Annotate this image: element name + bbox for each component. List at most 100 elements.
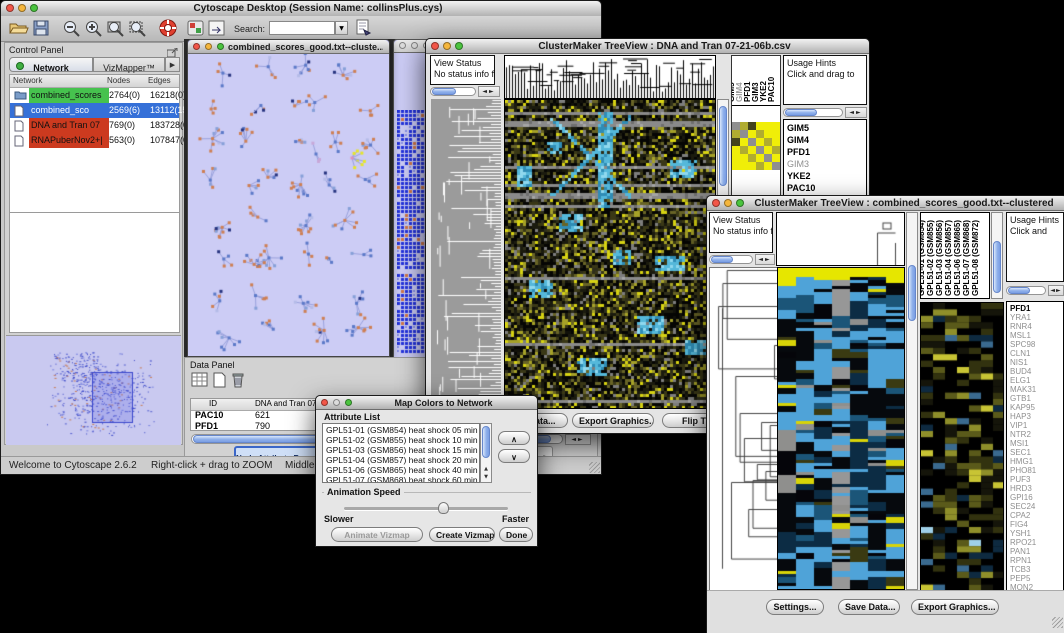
scrollbar-thumb[interactable] xyxy=(711,256,733,263)
attribute-item[interactable]: GPL51-03 (GSM856) heat shock 15 min xyxy=(326,445,479,455)
attribute-item[interactable]: GPL51-07 (GSM868) heat shock 60 min xyxy=(326,475,479,483)
attribute-item[interactable]: GPL51-04 (GSM857) heat shock 20 min xyxy=(326,455,479,465)
treeview1-left-scroll-arrows[interactable]: ◄► xyxy=(478,86,500,97)
scroll-left-icon[interactable]: ◄ xyxy=(758,256,765,263)
treeview2-gene-list[interactable]: PFD1YRA1RNR4MSL1SPC98CLN1NIS1BUD4ELG1MAK… xyxy=(1006,301,1064,591)
gene-label[interactable]: MSI1 xyxy=(1010,439,1060,448)
help-lifesaver-icon[interactable] xyxy=(159,19,181,37)
attribute-list-vscrollbar[interactable]: ▲ ▼ xyxy=(480,423,492,483)
treeview2-title-bar[interactable]: ClusterMaker TreeView : combined_scores_… xyxy=(707,196,1064,211)
gene-label[interactable]: RPO21 xyxy=(1010,538,1060,547)
gene-label[interactable]: MAK31 xyxy=(1010,385,1060,394)
treeview2-labels-vscrollbar[interactable] xyxy=(991,212,1003,299)
gene-label[interactable]: HRD3 xyxy=(1010,484,1060,493)
network-row-combined-scores[interactable]: combined_scores 2764(0) 16218(0) xyxy=(10,88,179,103)
scrollbar-thumb[interactable] xyxy=(1008,287,1030,294)
gene-label[interactable]: ELG1 xyxy=(1010,376,1060,385)
scrollbar-thumb[interactable] xyxy=(993,241,1001,293)
search-dropdown-icon[interactable]: ▼ xyxy=(335,21,348,35)
gene-label[interactable]: TCB3 xyxy=(1010,565,1060,574)
more-tabs-button[interactable]: ▶ xyxy=(165,57,180,72)
gene-label[interactable]: CPA2 xyxy=(1010,511,1060,520)
zoom-in-icon[interactable] xyxy=(85,20,107,38)
col-edges[interactable]: Edges xyxy=(148,75,171,87)
gene-label[interactable]: YKE2 xyxy=(787,170,863,182)
gene-label[interactable]: MSL1 xyxy=(1010,331,1060,340)
gene-label[interactable]: VIP1 xyxy=(1010,421,1060,430)
delete-attribute-icon[interactable] xyxy=(231,371,253,389)
gene-label[interactable]: SPC98 xyxy=(1010,340,1060,349)
treeview2-right-scroll-arrows[interactable]: ◄► xyxy=(1048,285,1064,296)
zoom-out-icon[interactable] xyxy=(63,20,85,38)
gene-label[interactable]: NTR2 xyxy=(1010,430,1060,439)
scroll-left-icon[interactable]: ◄ xyxy=(482,88,489,95)
attribute-item[interactable]: GPL51-01 (GSM854) heat shock 05 min xyxy=(326,425,479,435)
col-nodes[interactable]: Nodes xyxy=(107,75,130,87)
scrollbar-thumb[interactable] xyxy=(719,106,727,186)
scrollbar-thumb[interactable] xyxy=(482,426,490,458)
scroll-up-icon[interactable]: ▲ xyxy=(481,465,491,473)
close-icon[interactable] xyxy=(321,399,328,406)
network-row-dna-tran[interactable]: DNA and Tran 07 769(0) 183728(0) xyxy=(10,118,179,133)
treeview1-row-dendrogram-canvas[interactable] xyxy=(431,99,501,407)
close-icon[interactable] xyxy=(712,199,720,207)
gene-label[interactable]: PHO81 xyxy=(1010,466,1060,475)
minimize-icon[interactable] xyxy=(18,4,26,12)
gene-label[interactable]: PFD1 xyxy=(787,146,863,158)
treeview1-right-scroll-arrows[interactable]: ◄► xyxy=(845,107,867,118)
scroll-left-icon[interactable]: ◄ xyxy=(849,109,856,116)
close-icon[interactable] xyxy=(399,42,406,49)
gene-label[interactable]: HAP3 xyxy=(1010,412,1060,421)
gene-label[interactable]: YSH1 xyxy=(1010,529,1060,538)
scrollbar-thumb[interactable] xyxy=(908,265,916,321)
dialog-title-bar[interactable]: Map Colors to Network xyxy=(316,396,537,410)
gene-label[interactable]: BUD4 xyxy=(1010,367,1060,376)
scroll-right-icon[interactable]: ► xyxy=(856,109,863,116)
gene-label[interactable]: SEC24 xyxy=(1010,502,1060,511)
zoom-window-icon[interactable] xyxy=(30,4,38,12)
animation-speed-slider[interactable] xyxy=(344,507,508,510)
move-up-button[interactable]: ∧ xyxy=(498,431,530,445)
attribute-select-icon[interactable] xyxy=(191,372,213,390)
scroll-down-icon[interactable]: ▼ xyxy=(481,473,491,481)
treeview1-right-hscrollbar[interactable] xyxy=(783,108,843,117)
network-graph-canvas[interactable] xyxy=(190,54,387,354)
gene-label[interactable]: FIG4 xyxy=(1010,520,1060,529)
minimize-icon[interactable] xyxy=(411,42,418,49)
slider-thumb[interactable] xyxy=(438,502,449,514)
treeview1-similarity-matrix[interactable] xyxy=(732,122,780,170)
scroll-right-icon[interactable]: ► xyxy=(489,88,496,95)
open-file-icon[interactable] xyxy=(9,20,31,38)
minimize-icon[interactable] xyxy=(724,199,732,207)
treeview2-vscrollbar[interactable] xyxy=(906,212,918,590)
attribute-item[interactable]: GPL51-02 (GSM855) heat shock 10 min xyxy=(326,435,479,445)
scrollbar-thumb[interactable] xyxy=(785,109,817,116)
gene-label[interactable]: PFD1 xyxy=(1010,304,1060,313)
treeview2-left-scroll-arrows[interactable]: ◄► xyxy=(755,254,775,265)
zoom-window-icon[interactable] xyxy=(345,399,352,406)
zoom-window-icon[interactable] xyxy=(736,199,744,207)
zoom-selected-icon[interactable] xyxy=(129,20,151,38)
attribute-item[interactable]: GPL51-06 (GSM865) heat shock 40 min xyxy=(326,465,479,475)
scroll-left-icon[interactable]: ◄ xyxy=(571,436,578,443)
gene-label[interactable]: PUF3 xyxy=(1010,475,1060,484)
gene-label[interactable]: HMG1 xyxy=(1010,457,1060,466)
treeview1-heatmap-canvas[interactable] xyxy=(505,100,715,408)
move-down-button[interactable]: ∨ xyxy=(498,449,530,463)
treeview1-left-hscrollbar[interactable] xyxy=(430,87,476,96)
scroll-right-icon[interactable]: ► xyxy=(578,436,585,443)
network-row-rnapuber[interactable]: RNAPuberNov2+| 563(0) 107847(0) xyxy=(10,133,179,148)
animate-vizmap-button[interactable]: Animate Vizmap xyxy=(331,527,423,542)
zoom-fit-icon[interactable] xyxy=(107,20,129,38)
search-input[interactable] xyxy=(269,21,335,35)
treeview2-right-hscrollbar[interactable] xyxy=(1006,286,1046,295)
gene-label[interactable]: PEP5 xyxy=(1010,574,1060,583)
scrollbar-thumb[interactable] xyxy=(432,88,456,95)
treeview2-zoom-heatmap-canvas[interactable] xyxy=(921,303,1003,590)
close-icon[interactable] xyxy=(193,43,200,50)
gene-label[interactable]: PAC10 xyxy=(787,182,863,194)
gene-label[interactable]: PAN1 xyxy=(1010,547,1060,556)
treeview2-global-heatmap-canvas[interactable] xyxy=(778,268,904,589)
scroll-right-icon[interactable]: ► xyxy=(765,256,772,263)
save-data-button[interactable]: Save Data... xyxy=(838,599,900,615)
